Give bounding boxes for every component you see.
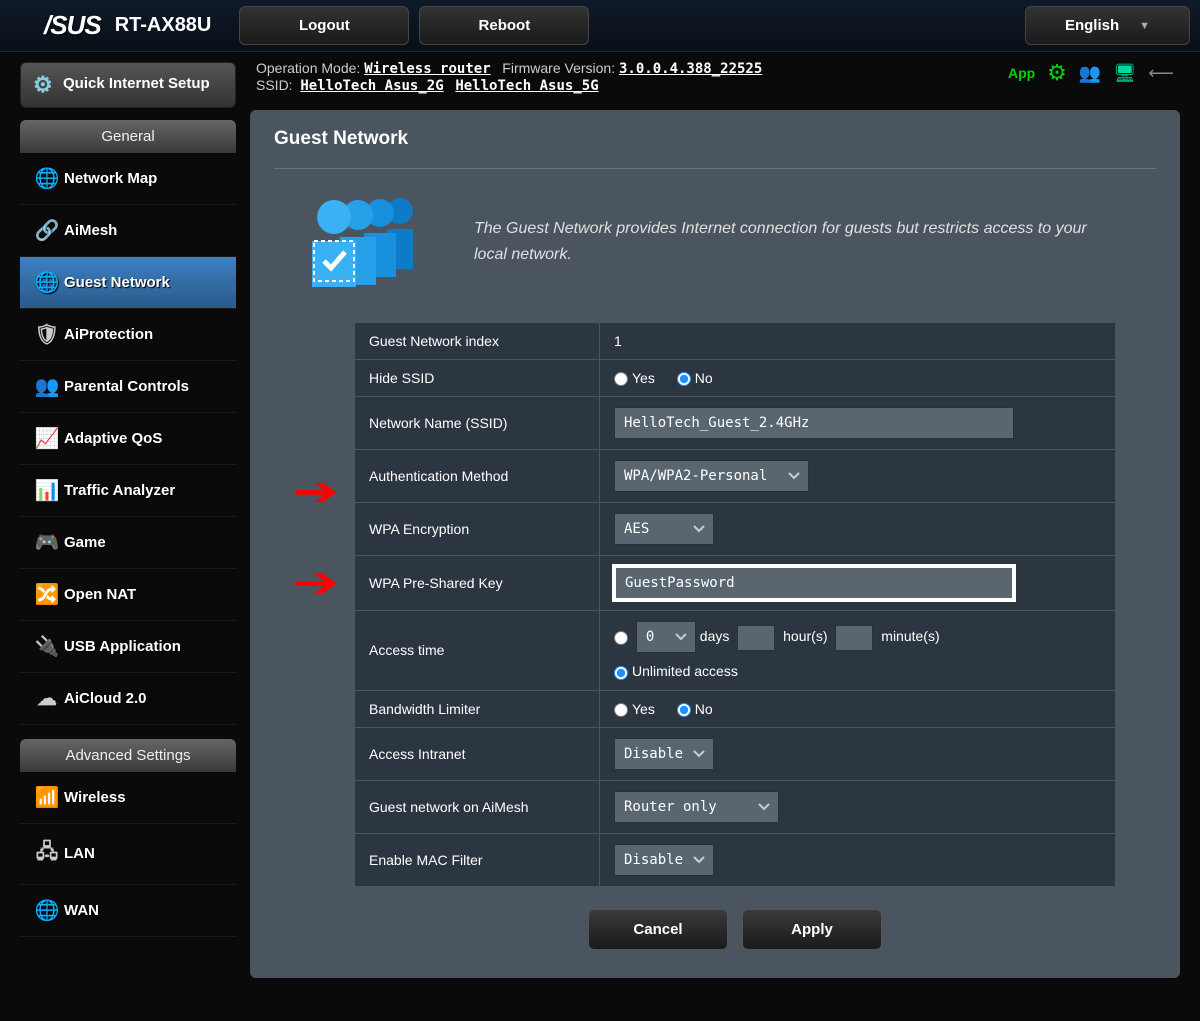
label-hide-ssid: Hide SSID <box>355 360 600 397</box>
fw-label: Firmware Version: <box>502 60 615 76</box>
sidebar-item-game[interactable]: 🎮Game <box>20 517 236 569</box>
users-icon: 👥 <box>30 374 64 399</box>
shield-icon: 🛡 <box>30 322 64 347</box>
access-unlimited-radio[interactable]: Unlimited access <box>614 663 738 679</box>
value-index: 1 <box>600 323 1116 360</box>
access-time-limited-radio[interactable] <box>614 631 628 645</box>
gear-icon: ⚙ <box>33 71 63 99</box>
brand-logo: /SUS <box>10 10 115 41</box>
access-days-select[interactable]: 0 <box>636 621 696 653</box>
label-encryption: WPA Encryption <box>355 503 600 556</box>
ssid-input[interactable] <box>614 407 1014 439</box>
label-aimesh: Guest network on AiMesh <box>355 780 600 833</box>
sidebar: ⚙ Quick Internet Setup General 🌐Network … <box>0 52 250 978</box>
chevron-down-icon: ▼ <box>1139 20 1150 32</box>
settings-icon[interactable]: ⚙ <box>1047 60 1067 86</box>
controller-icon: 🎮 <box>30 530 64 555</box>
sidebar-item-wireless[interactable]: 📶Wireless <box>20 772 236 824</box>
gauge-icon: 📈 <box>30 426 64 451</box>
content: Operation Mode: Wireless router Firmware… <box>250 52 1200 978</box>
language-dropdown[interactable]: English ▼ <box>1025 6 1190 45</box>
sidebar-item-network-map[interactable]: 🌐Network Map <box>20 153 236 205</box>
sidebar-item-lan[interactable]: 🖧LAN <box>20 824 236 885</box>
label-bw-limiter: Bandwidth Limiter <box>355 690 600 727</box>
sidebar-item-usb[interactable]: 🔌USB Application <box>20 621 236 673</box>
highlight-arrow-icon: ➔ <box>292 560 339 606</box>
sidebar-item-guest-network[interactable]: 🌐Guest Network <box>20 257 236 309</box>
label-auth-method: Authentication Method <box>355 450 600 503</box>
quick-internet-setup-button[interactable]: ⚙ Quick Internet Setup <box>20 62 236 108</box>
label-intranet: Access Intranet <box>355 727 600 780</box>
model-label: RT-AX88U <box>115 14 212 37</box>
users-icon[interactable]: 👥 <box>1079 63 1101 84</box>
bw-no[interactable]: No <box>677 701 713 717</box>
lan-icon: 🖧 <box>30 837 64 871</box>
access-minutes-input[interactable] <box>835 625 873 651</box>
sidebar-general-list: 🌐Network Map 🔗AiMesh 🌐Guest Network 🛡AiP… <box>20 153 236 725</box>
label-access-time: Access time <box>355 611 600 690</box>
cloud-icon: ☁ <box>30 686 64 711</box>
intro-block: The Guest Network provides Internet conn… <box>274 169 1156 322</box>
hide-ssid-no[interactable]: No <box>677 370 713 386</box>
sidebar-item-qos[interactable]: 📈Adaptive QoS <box>20 413 236 465</box>
sidebar-general-header: General <box>20 120 236 153</box>
chart-icon: 📊 <box>30 478 64 503</box>
reboot-button[interactable]: Reboot <box>419 6 589 45</box>
sidebar-item-traffic[interactable]: 📊Traffic Analyzer <box>20 465 236 517</box>
app-link[interactable]: App <box>1008 65 1035 81</box>
sidebar-item-parental[interactable]: 👥Parental Controls <box>20 361 236 413</box>
aimesh-select[interactable]: Router only <box>614 791 779 823</box>
cancel-button[interactable]: Cancel <box>588 909 728 950</box>
mesh-icon: 🔗 <box>30 218 64 243</box>
sidebar-item-aiprotection[interactable]: 🛡AiProtection <box>20 309 236 361</box>
label-index: Guest Network index <box>355 323 600 360</box>
globe-icon: 🌐 <box>30 166 64 191</box>
nat-icon: 🔀 <box>30 582 64 607</box>
sidebar-advanced-list: 📶Wireless 🖧LAN 🌐WAN <box>20 772 236 937</box>
language-label: English <box>1065 17 1119 34</box>
sidebar-advanced-header: Advanced Settings <box>20 739 236 772</box>
info-bar: Operation Mode: Wireless router Firmware… <box>250 52 1180 110</box>
access-hours-input[interactable] <box>737 625 775 651</box>
intro-text: The Guest Network provides Internet conn… <box>474 216 1114 267</box>
fw-link[interactable]: 3.0.0.4.388_22525 <box>619 61 762 77</box>
encryption-select[interactable]: AES <box>614 513 714 545</box>
apply-button[interactable]: Apply <box>742 909 882 950</box>
monitor-icon[interactable]: 🖥 <box>1113 63 1136 84</box>
logout-button[interactable]: Logout <box>239 6 409 45</box>
label-ssid: Network Name (SSID) <box>355 397 600 450</box>
op-mode-label: Operation Mode: <box>256 60 360 76</box>
highlight-arrow-icon: ➔ <box>292 469 339 515</box>
config-table: Guest Network index 1 Hide SSID Yes No N… <box>354 322 1116 887</box>
panel: Guest Network The Guest Network <box>250 110 1180 978</box>
ssid-label: SSID: <box>256 77 293 93</box>
label-mac-filter: Enable MAC Filter <box>355 833 600 886</box>
ssid2-link[interactable]: HelloTech Asus_5G <box>455 78 598 94</box>
wan-icon: 🌐 <box>30 898 64 923</box>
wifi-icon: 📶 <box>30 785 64 810</box>
label-psk: WPA Pre-Shared Key <box>355 556 600 611</box>
usb-status-icon[interactable]: ⟵ <box>1148 63 1174 84</box>
intranet-select[interactable]: Disable <box>614 738 714 770</box>
guest-icon: 🌐 <box>30 270 64 295</box>
ssid1-link[interactable]: HelloTech Asus_2G <box>300 78 443 94</box>
top-bar: /SUS RT-AX88U Logout Reboot English ▼ <box>0 0 1200 52</box>
op-mode-link[interactable]: Wireless router <box>364 61 490 77</box>
sidebar-item-open-nat[interactable]: 🔀Open NAT <box>20 569 236 621</box>
guest-group-icon <box>304 191 434 292</box>
sidebar-item-aicloud[interactable]: ☁AiCloud 2.0 <box>20 673 236 725</box>
psk-input[interactable] <box>614 566 1014 600</box>
hide-ssid-yes[interactable]: Yes <box>614 370 655 386</box>
sidebar-item-aimesh[interactable]: 🔗AiMesh <box>20 205 236 257</box>
usb-icon: 🔌 <box>30 634 64 659</box>
mac-filter-select[interactable]: Disable <box>614 844 714 876</box>
auth-method-select[interactable]: WPA/WPA2-Personal <box>614 460 809 492</box>
bw-yes[interactable]: Yes <box>614 701 655 717</box>
page-title: Guest Network <box>274 128 1156 169</box>
sidebar-item-wan[interactable]: 🌐WAN <box>20 885 236 937</box>
